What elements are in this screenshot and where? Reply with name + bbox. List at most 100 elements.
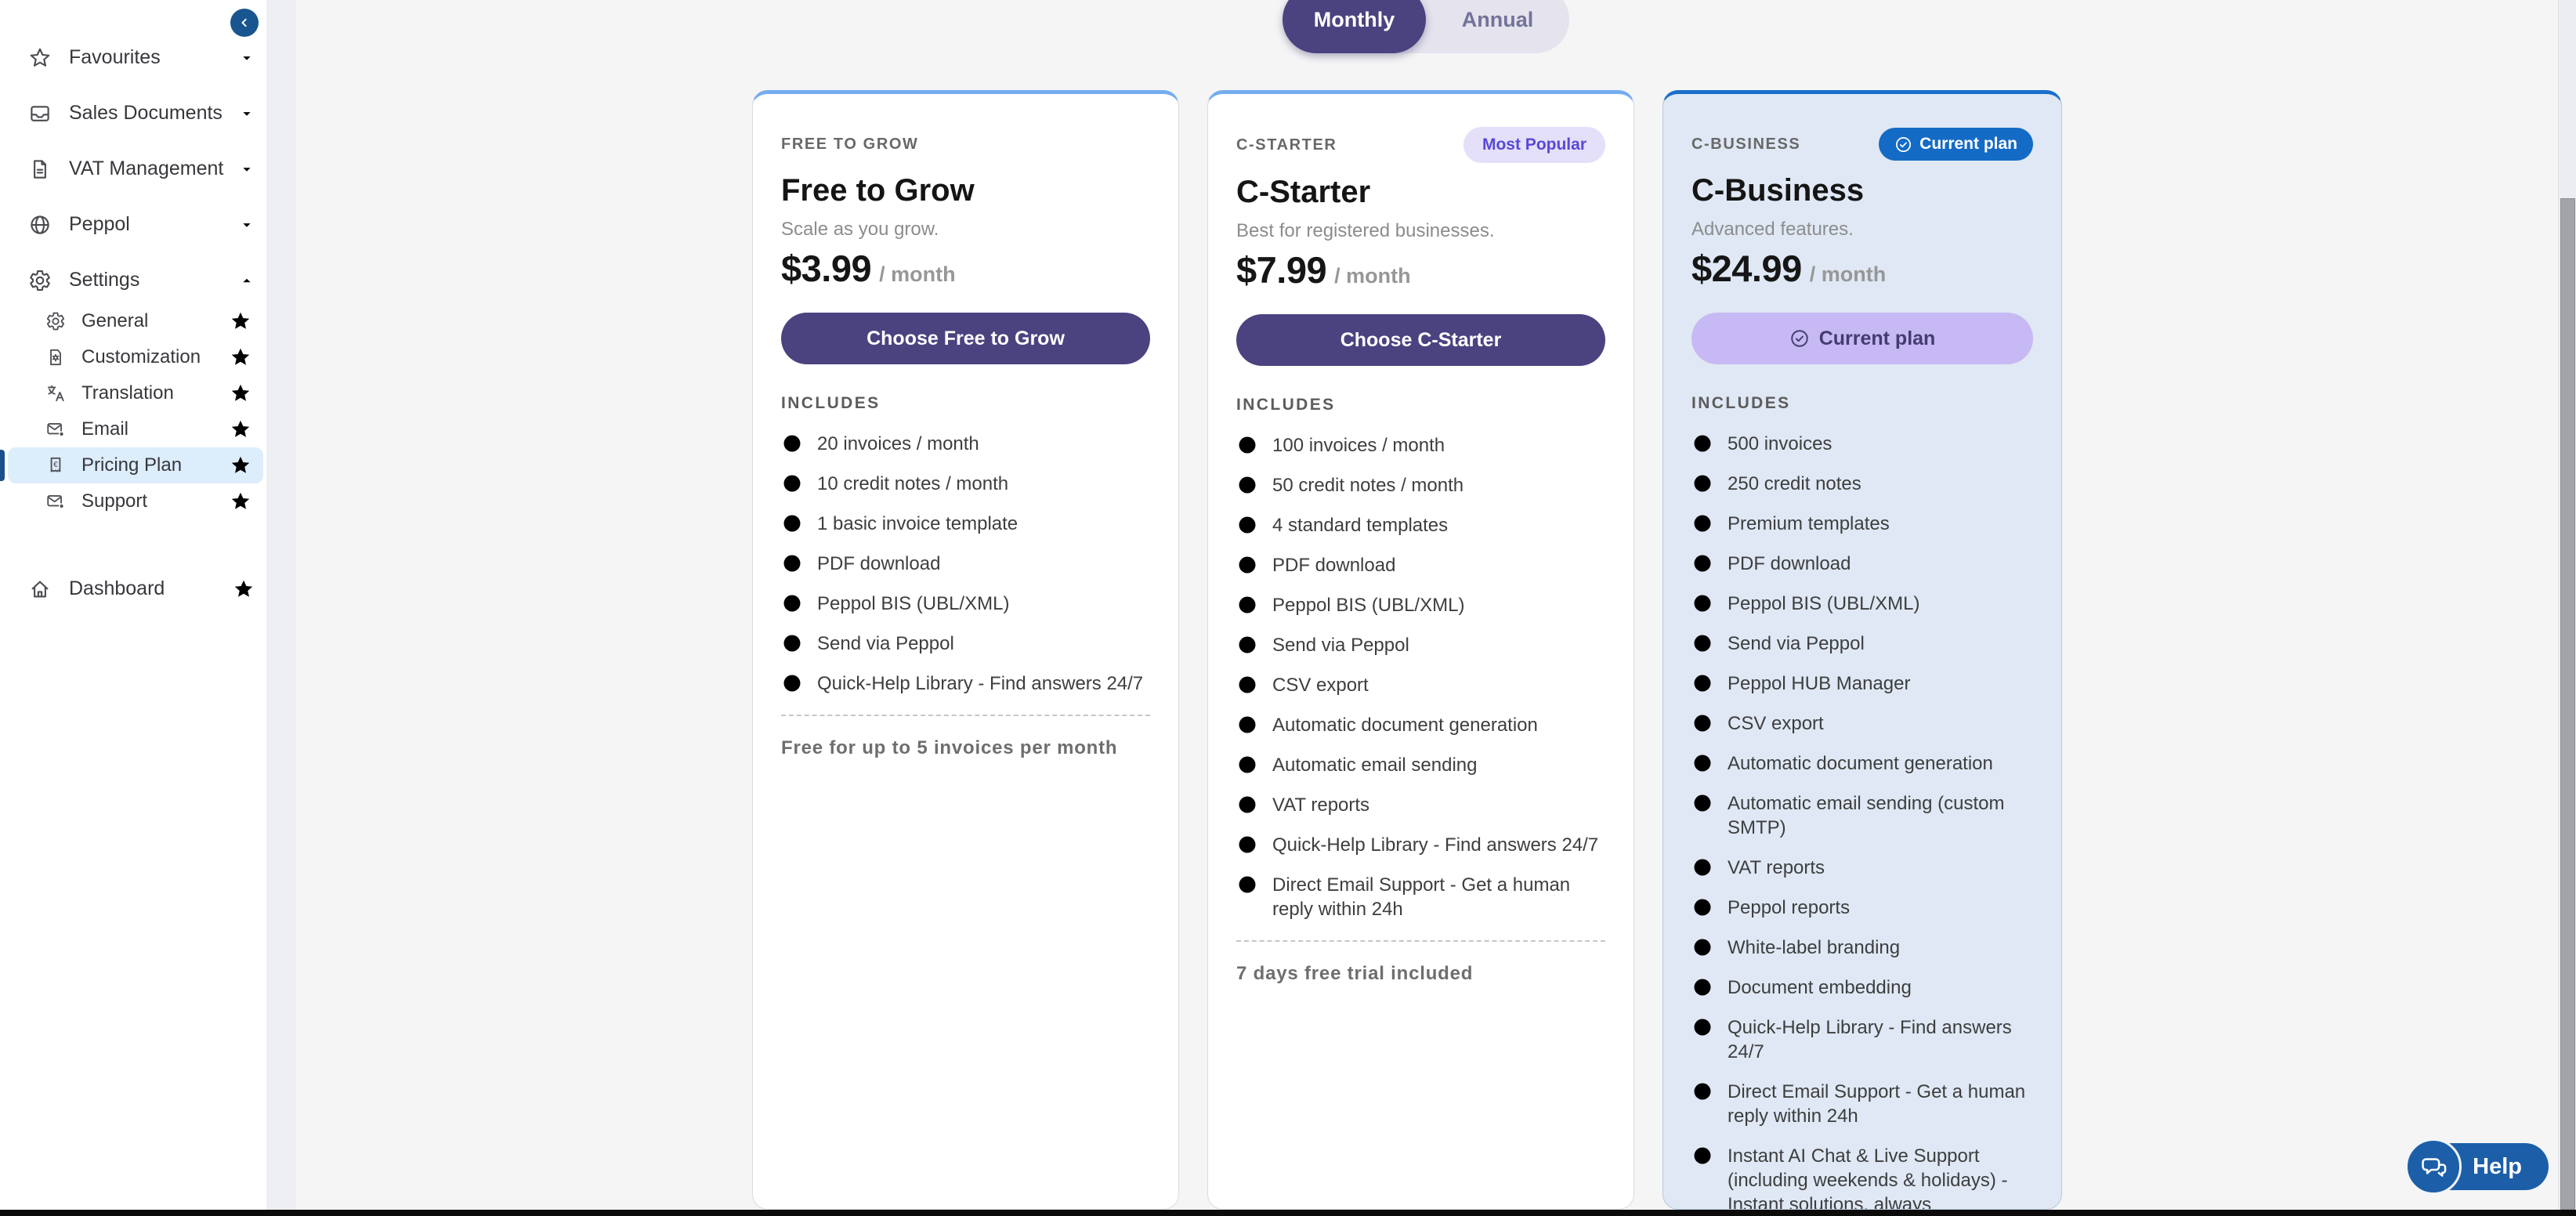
document-icon (28, 157, 52, 181)
feature-text: 4 standard templates (1272, 513, 1448, 537)
sidebar-item-label: Pricing Plan (81, 454, 182, 476)
check-circle-icon (781, 512, 803, 534)
sidebar-item-vat-management[interactable]: VAT Management (8, 141, 263, 197)
feature-text: Quick-Help Library - Find answers 24/7 (1272, 833, 1598, 857)
sidebar-item-dashboard[interactable]: Dashboard (8, 561, 263, 617)
feature-text: Send via Peppol (1728, 632, 1865, 656)
sidebar-item-label: Settings (69, 269, 139, 291)
sidebar-item-customization[interactable]: Customization (8, 339, 263, 375)
plan-eyebrow: FREE TO GROW (781, 136, 919, 154)
current-plan-button[interactable]: Current plan (1691, 313, 2033, 364)
feature-text: 50 credit notes / month (1272, 473, 1463, 498)
includes-heading: INCLUDES (781, 394, 1150, 413)
check-circle-icon (1236, 674, 1258, 696)
doc-gear-icon (45, 347, 66, 367)
plan-header-row: C-STARTERMost Popular (1236, 127, 1605, 163)
favourite-star-icon[interactable] (229, 382, 252, 405)
translate-icon (45, 383, 66, 404)
plan-eyebrow: C-STARTER (1236, 136, 1337, 154)
choose-plan-button[interactable]: Choose Free to Grow (781, 313, 1150, 364)
favourite-star-icon[interactable] (229, 346, 252, 369)
plan-price-row: $7.99 / month (1236, 249, 1605, 297)
check-circle-icon (1691, 896, 1713, 918)
sidebar-item-sales-documents[interactable]: Sales Documents (8, 85, 263, 141)
sidebar-item-email[interactable]: Email (8, 411, 263, 447)
check-circle-icon (781, 592, 803, 614)
check-circle-icon (781, 672, 803, 694)
check-circle-icon (1691, 552, 1713, 574)
vertical-scrollbar-thumb[interactable] (2560, 198, 2575, 1210)
feature-item: Direct Email Support - Get a human reply… (1236, 873, 1605, 921)
check-circle-icon (781, 632, 803, 654)
feature-text: Quick-Help Library - Find answers 24/7 (1728, 1015, 2033, 1064)
check-circle-icon (1236, 834, 1258, 856)
feature-item: Peppol reports (1691, 896, 2033, 920)
feature-text: Quick-Help Library - Find answers 24/7 (817, 671, 1143, 696)
feature-text: 250 credit notes (1728, 472, 1861, 496)
favourite-star-icon[interactable] (229, 490, 252, 513)
feature-item: 10 credit notes / month (781, 472, 1150, 496)
sidebar-item-label: Favourites (69, 46, 161, 69)
feature-text: VAT reports (1728, 856, 1825, 880)
sidebar-item-support[interactable]: Support (8, 483, 263, 519)
plan-price: $24.99 (1691, 248, 1802, 290)
sidebar-item-label: Peppol (69, 213, 130, 236)
check-circle-icon (1691, 856, 1713, 878)
billing-toggle-monthly[interactable]: Monthly (1283, 0, 1426, 53)
feature-item: Quick-Help Library - Find answers 24/7 (1691, 1015, 2033, 1064)
feature-item: Peppol BIS (UBL/XML) (1236, 593, 1605, 617)
chevron-down-icon (238, 105, 255, 122)
feature-text: Peppol HUB Manager (1728, 671, 1910, 696)
feature-text: 100 invoices / month (1272, 433, 1445, 458)
plan-card-c-starter: C-STARTERMost Popular C-Starter Best for… (1207, 90, 1634, 1210)
feature-text: Direct Email Support - Get a human reply… (1272, 873, 1605, 921)
billing-toggle-annual[interactable]: Annual (1426, 0, 1569, 53)
plan-tagline: Scale as you grow. (781, 218, 1150, 241)
check-circle-icon (1236, 554, 1258, 576)
sidebar-item-settings[interactable]: Settings (8, 252, 263, 308)
feature-text: Premium templates (1728, 512, 1890, 536)
chevron-down-icon (238, 216, 255, 233)
feature-text: 10 credit notes / month (817, 472, 1008, 496)
sidebar-gutter (266, 0, 296, 1210)
sidebar-item-favourites[interactable]: Favourites (8, 30, 263, 85)
gear-icon (45, 311, 66, 331)
check-circle-icon (1691, 472, 1713, 494)
inbox-icon (28, 102, 52, 125)
check-circle-icon (1236, 714, 1258, 736)
plan-card-free-to-grow: FREE TO GROW Free to Grow Scale as you g… (752, 90, 1179, 1210)
feature-text: Document embedding (1728, 975, 1912, 1000)
check-circle-icon (1691, 1080, 1713, 1102)
feature-item: Quick-Help Library - Find answers 24/7 (1236, 833, 1605, 857)
choose-plan-button[interactable]: Choose C-Starter (1236, 314, 1605, 366)
favourite-star-icon[interactable] (229, 309, 252, 333)
sidebar-item-translation[interactable]: Translation (8, 375, 263, 411)
dashed-divider (1236, 940, 1605, 942)
feature-item: White-label branding (1691, 936, 2033, 960)
feature-text: Automatic document generation (1272, 713, 1538, 737)
feature-item: Send via Peppol (1691, 632, 2033, 656)
chevron-up-icon (238, 272, 255, 289)
feature-item: Peppol BIS (UBL/XML) (1691, 592, 2033, 616)
favourite-star-icon[interactable] (229, 418, 252, 441)
help-button[interactable]: Help (2405, 1138, 2549, 1195)
feature-item: CSV export (1691, 711, 2033, 736)
feature-item: Document embedding (1691, 975, 2033, 1000)
feature-item: Peppol BIS (UBL/XML) (781, 592, 1150, 616)
check-circle-icon (1691, 1016, 1713, 1038)
favourite-star-icon[interactable] (229, 454, 252, 477)
feature-item: PDF download (1691, 552, 2033, 576)
vertical-scrollbar-track[interactable] (2558, 0, 2576, 1210)
sidebar-item-general[interactable]: General (8, 303, 263, 339)
sidebar-item-pricing-plan[interactable]: € Pricing Plan (8, 447, 263, 483)
sidebar-item-peppol[interactable]: Peppol (8, 197, 263, 252)
check-circle-icon (1691, 976, 1713, 998)
check-circle-icon (1236, 474, 1258, 496)
settings-sub-menu: General Customization Translation Email … (0, 303, 266, 519)
feature-item: Automatic email sending (custom SMTP) (1691, 791, 2033, 840)
feature-text: Instant AI Chat & Live Support (includin… (1728, 1144, 2033, 1210)
plan-tagline: Advanced features. (1691, 218, 2033, 241)
feature-text: Automatic email sending (custom SMTP) (1728, 791, 2033, 840)
feature-item: Direct Email Support - Get a human reply… (1691, 1080, 2033, 1128)
favourite-star-icon[interactable] (232, 577, 255, 601)
